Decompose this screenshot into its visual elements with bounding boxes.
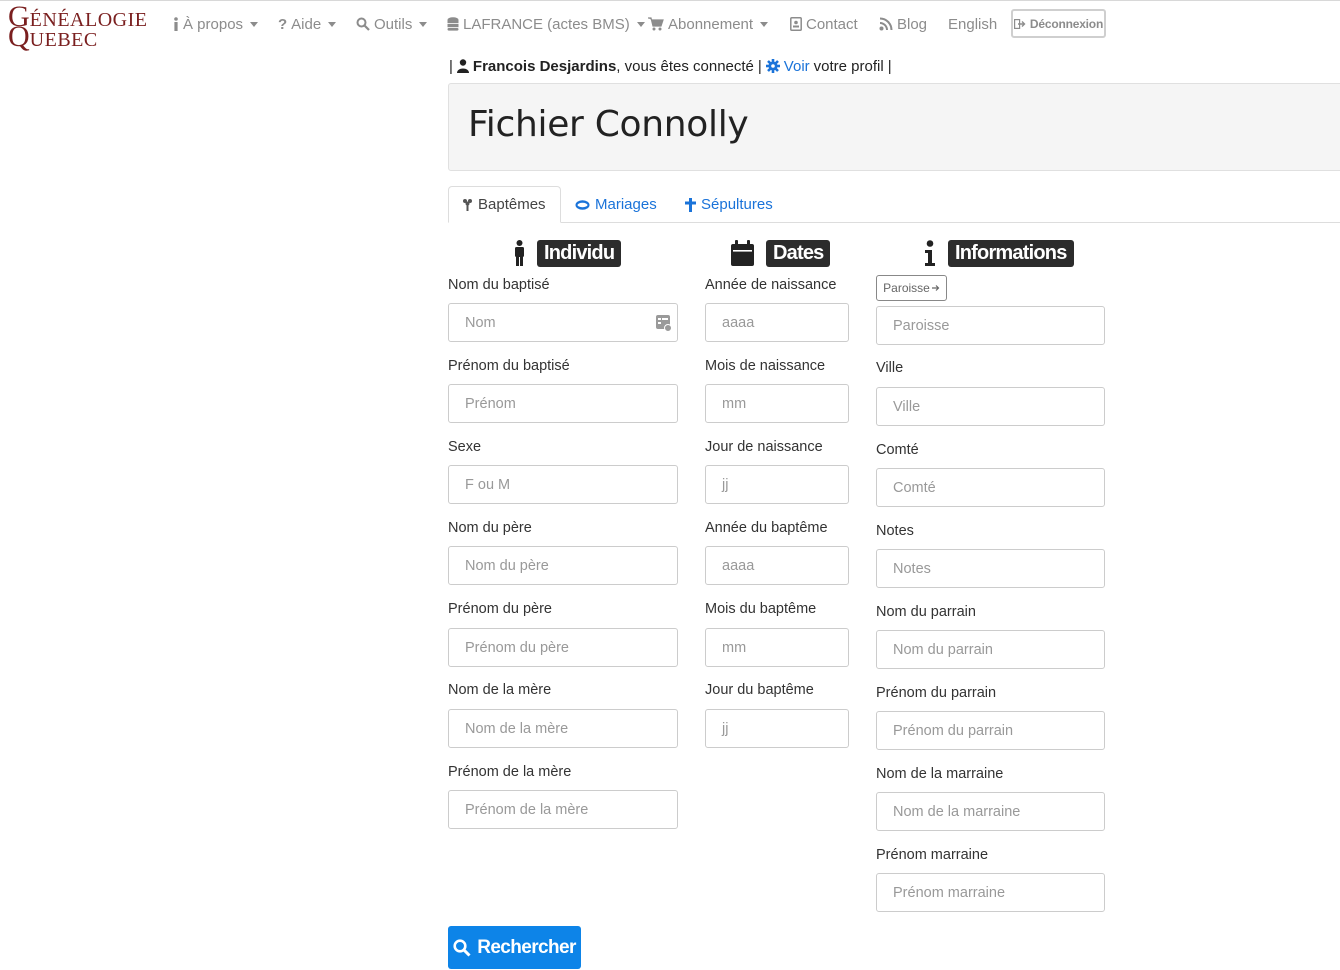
nav-english[interactable]: English — [948, 14, 997, 34]
question-icon: ? — [278, 15, 288, 33]
label-baptism-year: Année du baptême — [705, 520, 828, 536]
label-baptized-firstname: Prénom du baptisé — [448, 358, 570, 374]
search-button[interactable]: Rechercher — [448, 926, 581, 969]
label-father-name: Nom du père — [448, 520, 532, 536]
user-name: Francois Desjardins — [472, 57, 617, 75]
section-header-individual: Individu — [514, 237, 622, 269]
cart-icon — [648, 17, 664, 31]
contact-card-icon — [790, 17, 802, 31]
database-icon — [447, 17, 459, 31]
autofill-icon — [656, 315, 672, 332]
input-mother-name[interactable]: Nom de la mère — [448, 709, 678, 748]
cross-icon — [685, 197, 696, 212]
label-birth-month: Mois de naissance — [705, 358, 826, 374]
chevron-down-icon — [250, 21, 259, 27]
input-notes[interactable]: Notes — [876, 549, 1105, 588]
page-title: Fichier Connolly — [468, 104, 749, 145]
input-baptized-name[interactable]: Nom — [448, 303, 678, 342]
logout-button[interactable]: Déconnexion — [1011, 9, 1106, 38]
input-father-firstname[interactable]: Prénom du père — [448, 628, 678, 667]
baptism-icon — [463, 199, 472, 211]
page-header: Fichier Connolly — [448, 83, 1340, 171]
label-baptism-day: Jour du baptême — [705, 682, 814, 698]
info-icon — [925, 240, 935, 266]
nav-about[interactable]: À propos — [173, 14, 259, 34]
label-baptism-month: Mois du baptême — [705, 601, 817, 617]
label-godmother-name: Nom de la marraine — [876, 766, 1004, 782]
rss-icon — [879, 17, 893, 31]
tab-mariages[interactable]: Mariages — [575, 186, 657, 223]
input-birth-year[interactable]: aaaa — [705, 303, 849, 342]
label-county: Comté — [876, 442, 919, 458]
input-mother-firstname[interactable]: Prénom de la mère — [448, 790, 678, 829]
label-godmother-firstname: Prénom marraine — [876, 847, 989, 863]
input-birth-month[interactable]: mm — [705, 384, 849, 423]
nav-contact[interactable]: Contact — [790, 14, 858, 34]
site-logo[interactable]: GÉNÉALOGIE QUEBEC — [8, 2, 158, 52]
nav-help[interactable]: ? Aide — [278, 14, 337, 34]
input-birth-day[interactable]: jj — [705, 465, 849, 504]
input-county[interactable]: Comté — [876, 468, 1105, 507]
input-city[interactable]: Ville — [876, 387, 1105, 426]
tab-sepultures[interactable]: Sépultures — [685, 186, 773, 223]
label-birth-day: Jour de naissance — [705, 439, 823, 455]
label-notes: Notes — [876, 523, 914, 539]
label-father-firstname: Prénom du père — [448, 601, 552, 617]
label-baptized-name: Nom du baptisé — [448, 277, 550, 293]
logo-line-2: QUEBEC — [8, 20, 98, 53]
sign-out-icon — [1013, 18, 1026, 29]
nav-tools[interactable]: Outils — [356, 14, 428, 34]
input-godmother-firstname[interactable]: Prénom marraine — [876, 873, 1105, 912]
search-icon — [453, 938, 471, 957]
chevron-down-icon — [328, 21, 337, 27]
section-header-information: Informations — [924, 237, 1074, 269]
input-godfather-firstname[interactable]: Prénom du parrain — [876, 711, 1105, 750]
input-godfather-name[interactable]: Nom du parrain — [876, 630, 1105, 669]
rings-icon — [575, 199, 590, 210]
input-baptism-year[interactable]: aaaa — [705, 546, 849, 585]
section-header-dates: Dates — [731, 237, 831, 269]
chevron-down-icon — [636, 21, 645, 27]
user-icon — [456, 59, 469, 73]
top-border — [0, 0, 1340, 1]
input-father-name[interactable]: Nom du père — [448, 546, 678, 585]
input-baptism-month[interactable]: mm — [705, 628, 849, 667]
person-icon — [515, 240, 524, 266]
nav-lafrance[interactable]: LAFRANCE (actes BMS) — [447, 14, 645, 34]
nav-subscription[interactable]: Abonnement — [648, 14, 769, 34]
calendar-icon — [731, 240, 754, 266]
input-baptism-day[interactable]: jj — [705, 709, 849, 748]
label-city: Ville — [876, 360, 904, 376]
search-icon — [356, 17, 370, 31]
nav-blog[interactable]: Blog — [879, 14, 927, 34]
sign-in-icon — [931, 285, 940, 291]
chevron-down-icon — [419, 21, 428, 27]
input-sex[interactable]: F ou M — [448, 465, 678, 504]
chevron-down-icon — [760, 21, 769, 27]
label-godfather-firstname: Prénom du parrain — [876, 685, 997, 701]
view-profile-link[interactable]: Voir — [765, 58, 810, 75]
input-parish[interactable]: Paroisse — [876, 306, 1105, 345]
info-icon — [174, 17, 178, 31]
label-sex: Sexe — [448, 439, 482, 455]
gear-icon — [765, 59, 780, 73]
input-godmother-name[interactable]: Nom de la marraine — [876, 792, 1105, 831]
session-status: | Francois Desjardins, vous êtes connect… — [449, 57, 892, 75]
tab-baptemes[interactable]: Baptêmes — [448, 186, 561, 223]
parish-picker-button[interactable]: Paroisse — [876, 275, 947, 301]
label-mother-firstname: Prénom de la mère — [448, 764, 572, 780]
label-birth-year: Année de naissance — [705, 277, 837, 293]
label-mother-name: Nom de la mère — [448, 682, 552, 698]
label-godfather-name: Nom du parrain — [876, 604, 976, 620]
input-baptized-firstname[interactable]: Prénom — [448, 384, 678, 423]
